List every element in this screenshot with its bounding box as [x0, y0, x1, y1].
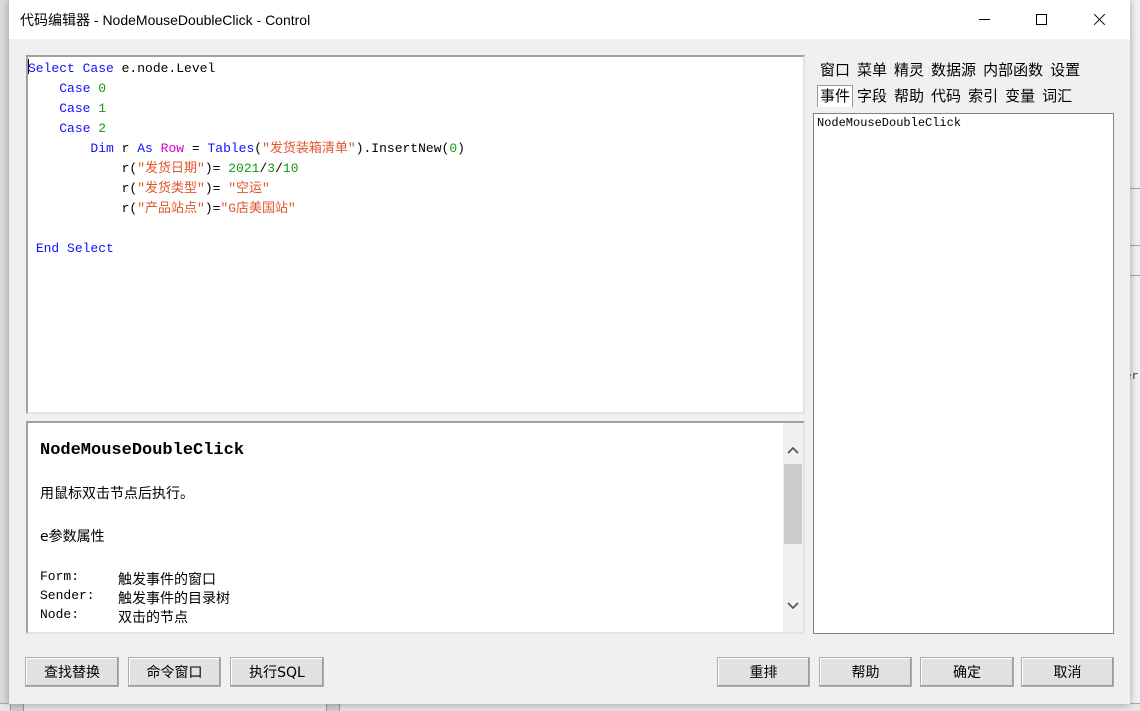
code-line-8-value: "G店美国站"	[220, 201, 296, 216]
help-subtitle: e参数属性	[40, 529, 105, 545]
tab-settings[interactable]: 设置	[1047, 59, 1083, 81]
tab-wizard[interactable]: 精灵	[891, 59, 927, 81]
code-editor[interactable]: Select Case e.node.Level Case 0 Case 1 C…	[26, 55, 805, 414]
help-title: NodeMouseDoubleClick	[40, 441, 245, 460]
maximize-icon	[1035, 14, 1047, 25]
code-line-7-value: "空运"	[228, 181, 270, 196]
help-prop-value: 双击的节点	[118, 610, 188, 626]
right-tab-bar: 窗口 菜单 精灵 数据源 内部函数 设置 事件 字段 帮助 代码 索引 变量 词…	[813, 55, 1114, 111]
tab-help[interactable]: 帮助	[891, 85, 927, 107]
code-line-5-number: 0	[449, 141, 458, 156]
help-prop-row: Form: 触发事件的窗口	[40, 569, 775, 588]
help-props: Form: 触发事件的窗口 Sender: 触发事件的目录树 Node: 双击的节点	[40, 569, 775, 626]
code-line-8-b: )=	[204, 201, 221, 216]
code-line-5-call: ).InsertNew(	[355, 141, 450, 156]
tab-fields[interactable]: 字段	[854, 85, 890, 107]
tab-row-2: 事件 字段 帮助 代码 索引 变量 词汇	[817, 85, 1076, 107]
help-description: 用鼠标双击节点后执行。	[40, 486, 194, 502]
tab-events[interactable]: 事件	[817, 85, 854, 107]
tab-row-1: 窗口 菜单 精灵 数据源 内部函数 设置	[817, 59, 1084, 81]
minimize-button[interactable]	[961, 0, 1007, 39]
code-line-5-type: Row	[160, 141, 185, 156]
code-line-5-as: As	[137, 141, 153, 156]
tab-datasource[interactable]: 数据源	[928, 59, 979, 81]
ok-button[interactable]: 确定	[920, 657, 1014, 687]
code-line-7-a: r(	[121, 181, 138, 196]
background-bottom-strip	[0, 703, 1140, 711]
code-line-4-number: 2	[98, 121, 107, 136]
command-window-button[interactable]: 命令窗口	[128, 657, 221, 687]
minimize-icon	[978, 19, 990, 20]
scroll-up-icon[interactable]	[787, 445, 799, 457]
code-line-5-var: r	[113, 141, 138, 156]
code-line-6-year: 2021	[228, 161, 260, 176]
event-list[interactable]: NodeMouseDoubleClick	[813, 113, 1114, 634]
code-line-1-keyword: Select Case	[28, 61, 114, 76]
help-prop-value: 触发事件的窗口	[118, 572, 216, 588]
code-line-3-keyword: Case	[59, 101, 91, 116]
code-text: Select Case e.node.Level Case 0 Case 1 C…	[28, 59, 465, 259]
help-prop-key: Form:	[40, 569, 80, 584]
code-line-6-string: "发货日期"	[137, 161, 205, 176]
code-line-3-number: 1	[98, 101, 107, 116]
close-icon	[1093, 13, 1106, 26]
help-button[interactable]: 帮助	[819, 657, 912, 687]
tab-variables[interactable]: 变量	[1002, 85, 1038, 107]
code-line-6-a: r(	[121, 161, 138, 176]
code-line-5-string: "发货装箱清单"	[262, 141, 356, 156]
scroll-down-icon[interactable]	[787, 599, 799, 611]
help-scrollbar[interactable]	[783, 423, 803, 632]
tab-code[interactable]: 代码	[928, 85, 964, 107]
help-prop-row: Sender: 触发事件的目录树	[40, 588, 775, 607]
help-prop-row: Node: 双击的节点	[40, 607, 775, 626]
exec-sql-button[interactable]: 执行SQL	[230, 657, 324, 687]
title-bar[interactable]: 代码编辑器 - NodeMouseDoubleClick - Control	[9, 0, 1130, 39]
code-line-2-number: 0	[98, 81, 107, 96]
code-line-5-dim: Dim	[90, 141, 114, 156]
code-line-10-keyword: End Select	[35, 241, 114, 256]
rearrange-button[interactable]: 重排	[717, 657, 810, 687]
maximize-button[interactable]	[1018, 0, 1064, 39]
tab-builtin-functions[interactable]: 内部函数	[980, 59, 1046, 81]
window-title: 代码编辑器 - NodeMouseDoubleClick - Control	[20, 12, 311, 28]
help-prop-value: 触发事件的目录树	[118, 591, 230, 607]
help-pane[interactable]: NodeMouseDoubleClick 用鼠标双击节点后执行。 e参数属性 F…	[26, 421, 805, 634]
code-line-1-expr: e.node.Level	[113, 61, 216, 76]
find-replace-button[interactable]: 查找替换	[25, 657, 119, 687]
code-line-8-a: r(	[121, 201, 138, 216]
close-button[interactable]	[1076, 0, 1122, 39]
tab-menu[interactable]: 菜单	[854, 59, 890, 81]
code-line-6-month: 3	[267, 161, 276, 176]
code-line-6-b: )=	[204, 161, 229, 176]
code-line-6-day: 10	[282, 161, 299, 176]
code-line-5-open: (	[254, 141, 263, 156]
cancel-button[interactable]: 取消	[1021, 657, 1114, 687]
tab-window[interactable]: 窗口	[817, 59, 853, 81]
code-line-4-keyword: Case	[59, 121, 91, 136]
tab-index[interactable]: 索引	[965, 85, 1001, 107]
list-item[interactable]: NodeMouseDoubleClick	[814, 114, 1113, 132]
help-content: NodeMouseDoubleClick 用鼠标双击节点后执行。 e参数属性 F…	[40, 441, 775, 626]
help-prop-key: Sender:	[40, 588, 95, 603]
code-line-8-string: "产品站点"	[137, 201, 205, 216]
code-line-5-end: )	[457, 141, 465, 156]
code-editor-window: 代码编辑器 - NodeMouseDoubleClick - Control S…	[9, 0, 1130, 704]
help-prop-key: Node:	[40, 607, 80, 622]
code-line-5-tables: Tables	[207, 141, 255, 156]
code-line-7-string: "发货类型"	[137, 181, 205, 196]
code-line-2-keyword: Case	[59, 81, 91, 96]
code-line-7-b: )=	[204, 181, 229, 196]
tab-vocabulary[interactable]: 词汇	[1039, 85, 1075, 107]
scroll-thumb[interactable]	[784, 464, 802, 544]
code-line-6-slash2: /	[275, 161, 283, 176]
code-line-5-eq: =	[184, 141, 208, 156]
